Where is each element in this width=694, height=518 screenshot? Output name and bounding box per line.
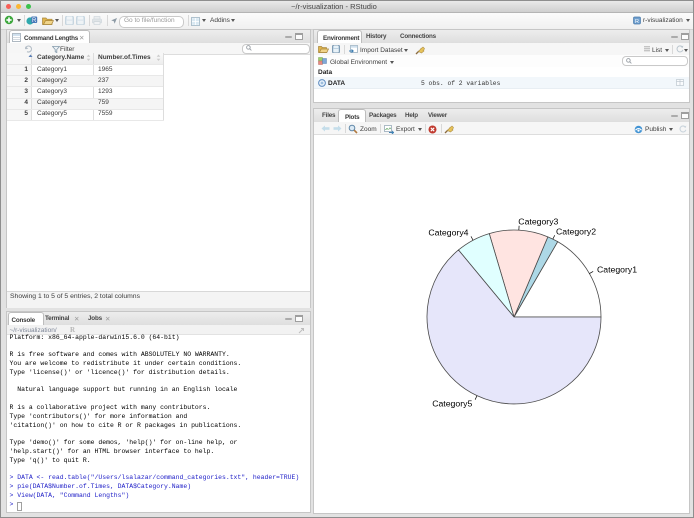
svg-text:R: R bbox=[635, 19, 639, 25]
svg-text:R: R bbox=[32, 18, 37, 24]
svg-text:Category1: Category1 bbox=[597, 264, 637, 274]
svg-text:Category4: Category4 bbox=[428, 228, 468, 238]
svg-text:Category5: Category5 bbox=[432, 399, 472, 409]
svg-text:Category3: Category3 bbox=[518, 216, 558, 226]
svg-text:Category2: Category2 bbox=[556, 226, 596, 236]
